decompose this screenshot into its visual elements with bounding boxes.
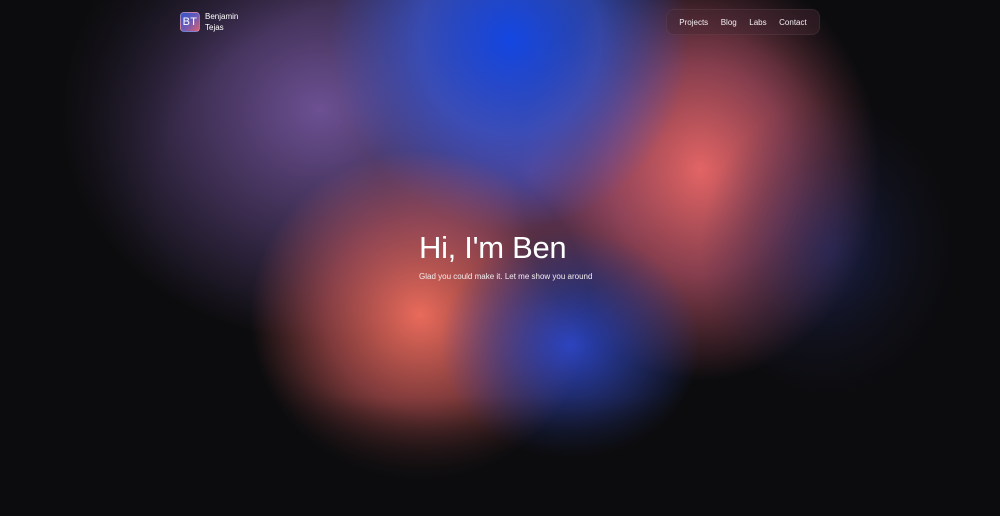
bottom-fade <box>0 396 1000 516</box>
nav-labs-link[interactable]: Labs <box>749 18 766 27</box>
brand-home-link[interactable]: BT Benjamin Tejas <box>180 11 238 33</box>
brand-first-name: Benjamin <box>205 12 239 21</box>
brand-last-name: Tejas <box>205 23 224 32</box>
main-nav: Projects Blog Labs Contact <box>666 9 820 35</box>
page-background: BT Benjamin Tejas Projects Blog Labs Con… <box>0 0 1000 516</box>
hero-section: Hi, I'm Ben Glad you could make it. Let … <box>419 230 592 282</box>
hero-title: Hi, I'm Ben <box>419 230 567 265</box>
gradient-blob-navy <box>700 100 960 400</box>
gradient-blob-blue-top <box>330 0 690 230</box>
hero-subtitle: Glad you could make it. Let me show you … <box>419 272 593 281</box>
gradient-blob-coral-center <box>250 150 590 480</box>
brand-logo: BT <box>180 12 200 32</box>
gradient-blob-purple <box>60 0 580 340</box>
brand-name: Benjamin Tejas <box>205 11 238 33</box>
gradient-blob-coral-right <box>520 0 880 380</box>
nav-projects-link[interactable]: Projects <box>679 18 708 27</box>
nav-blog-link[interactable]: Blog <box>721 18 737 27</box>
nav-contact-link[interactable]: Contact <box>779 18 807 27</box>
